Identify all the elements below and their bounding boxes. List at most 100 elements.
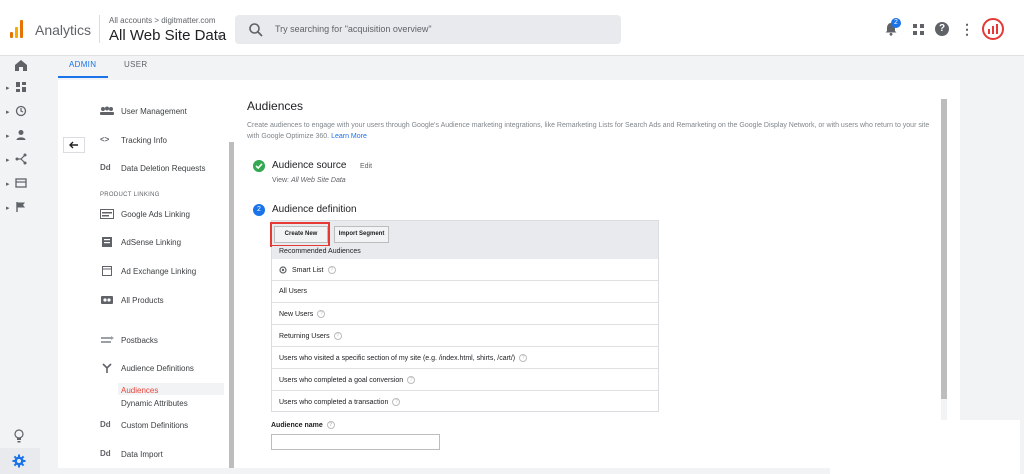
top-bar: Analytics All accounts > digitmatter.com… <box>0 0 1024 56</box>
nav-label: AdSense Linking <box>121 238 182 247</box>
nav-label: Ad Exchange Linking <box>121 267 197 276</box>
nav-adsense-linking[interactable]: AdSense Linking <box>100 235 230 253</box>
import-segment-button[interactable]: Import Segment <box>334 226 389 243</box>
admin-user-tabs: ADMIN USER <box>0 56 1024 78</box>
left-scrollbar[interactable] <box>229 142 234 468</box>
search-icon <box>249 23 263 37</box>
nav-label: User Management <box>121 107 187 116</box>
audience-row-visited-section[interactable]: Users who visited a specific section of … <box>272 347 658 369</box>
help-circle-icon[interactable]: ? <box>392 398 401 406</box>
audience-name: Users who completed a goal conversion <box>279 376 404 384</box>
audience-name-input[interactable] <box>271 434 440 450</box>
highlight-box <box>270 222 330 247</box>
expand-arrow-icon: ▸ <box>6 109 10 116</box>
nav-user-management[interactable]: User Management <box>100 104 230 122</box>
flag-icon <box>16 202 25 212</box>
audience-name-label-text: Audience name <box>271 421 323 429</box>
audience-definition-box: Create New Import Segment Recommended Au… <box>270 220 659 413</box>
ad-exchange-icon <box>102 266 112 276</box>
help-circle-icon[interactable]: ? <box>327 266 336 274</box>
nav-google-ads-linking[interactable]: Google Ads Linking <box>100 207 230 225</box>
audience-row-label: Users who completed a transaction? <box>279 398 401 406</box>
audience-name: All Users <box>279 288 308 295</box>
postbacks-icon <box>101 336 114 343</box>
acquisition-icon <box>15 153 27 165</box>
audience-name: New Users <box>279 310 314 318</box>
lightbulb-icon[interactable] <box>13 429 25 443</box>
google-ads-icon <box>100 209 114 219</box>
help-circle-icon[interactable]: ? <box>407 376 416 384</box>
home-icon[interactable] <box>6 58 30 72</box>
analytics-logo-icon[interactable] <box>10 20 24 38</box>
audience-name: Users who completed a transaction <box>279 398 389 406</box>
help-circle-icon[interactable]: ? <box>326 421 335 429</box>
tab-user[interactable]: USER <box>124 60 147 69</box>
person-icon <box>16 130 26 140</box>
audience-row-transaction[interactable]: Users who completed a transaction? <box>272 391 658 413</box>
audience-row-new-users[interactable]: New Users? <box>272 303 658 325</box>
conversions-nav[interactable]: ▸ <box>6 201 30 215</box>
nav-label: Data Import <box>121 450 163 459</box>
content-scrollbar-thumb[interactable] <box>941 99 947 399</box>
more-vert-icon[interactable]: ⋮ <box>960 21 974 38</box>
audience-row-label: New Users? <box>279 310 326 318</box>
nav-label: Custom Definitions <box>121 421 189 430</box>
nav-postbacks[interactable]: Postbacks <box>100 333 230 351</box>
check-circle-icon <box>253 160 265 172</box>
source-view: View: All Web Site Data <box>272 177 346 184</box>
view-value: All Web Site Data <box>290 177 346 184</box>
view-selector[interactable]: All Web Site Data <box>109 27 226 44</box>
view-label: View: <box>272 177 289 184</box>
step-number-badge: 2 <box>253 204 265 216</box>
acquisition-nav[interactable]: ▸ <box>6 153 30 167</box>
audience-definitions-icon <box>102 363 112 373</box>
help-circle-icon[interactable]: ? <box>519 354 528 362</box>
collapse-panel-button[interactable] <box>63 137 85 153</box>
nav-audiences[interactable]: Audiences <box>121 386 158 395</box>
nav-data-deletion-requests[interactable]: Dd Data Deletion Requests <box>100 161 230 179</box>
account-breadcrumb[interactable]: All accounts > digitmatter.com <box>109 16 216 25</box>
nav-audience-definitions[interactable]: Audience Definitions <box>100 361 230 379</box>
audience-row-returning-users[interactable]: Returning Users? <box>272 325 658 347</box>
nav-data-import[interactable]: Dd Data Import <box>100 447 230 465</box>
caret-down-icon[interactable]: ▼ <box>216 33 224 42</box>
help-circle-icon[interactable]: ? <box>333 332 342 340</box>
expand-arrow-icon: ▸ <box>6 133 10 140</box>
audience-nav[interactable]: ▸ <box>6 129 30 143</box>
back-arrow-icon <box>69 141 78 149</box>
dd-icon: Dd <box>100 420 111 429</box>
dd-icon: Dd <box>100 163 111 172</box>
nav-tracking-info[interactable]: <> Tracking Info <box>100 133 230 151</box>
account-avatar-icon[interactable] <box>982 18 1004 40</box>
left-rail: ▸ ▸ ▸ ▸ ▸ ▸ <box>0 56 40 474</box>
tab-admin[interactable]: ADMIN <box>69 60 96 69</box>
nav-ad-exchange-linking[interactable]: Ad Exchange Linking <box>100 264 230 282</box>
help-icon[interactable]: ? <box>935 22 949 36</box>
product-linking-heading: PRODUCT LINKING <box>100 192 160 198</box>
nav-custom-definitions[interactable]: Dd Custom Definitions <box>100 418 230 436</box>
edit-source-link[interactable]: Edit <box>360 163 372 170</box>
gear-icon[interactable] <box>12 454 26 468</box>
help-circle-icon[interactable]: ? <box>317 310 326 318</box>
audience-row-smart-list[interactable]: Smart List? <box>272 259 658 281</box>
audience-row-all-users[interactable]: All Users <box>272 281 658 303</box>
learn-more-link[interactable]: Learn More <box>331 133 367 140</box>
page-title: Audiences <box>247 99 304 113</box>
search-input[interactable]: Try searching for "acquisition overview" <box>275 24 432 34</box>
header-actions: 2 ? ⋮ <box>884 18 1024 40</box>
audience-row-goal-conversion[interactable]: Users who completed a goal conversion? <box>272 369 658 391</box>
behavior-nav[interactable]: ▸ <box>6 177 30 191</box>
nav-label: Audience Definitions <box>121 364 194 373</box>
search-bar[interactable]: Try searching for "acquisition overview" <box>235 15 621 44</box>
nav-label: Postbacks <box>121 336 158 345</box>
expand-arrow-icon: ▸ <box>6 85 10 92</box>
nav-all-products[interactable]: All Products <box>100 293 230 311</box>
realtime-nav[interactable]: ▸ <box>6 105 30 119</box>
apps-grid-icon[interactable] <box>913 24 924 35</box>
customization-nav[interactable]: ▸ <box>6 81 30 95</box>
step-audience-source: Audience source <box>272 160 347 171</box>
header-divider <box>99 15 100 43</box>
code-icon: <> <box>100 135 110 144</box>
audience-row-label: Users who completed a goal conversion? <box>279 376 416 384</box>
nav-dynamic-attributes[interactable]: Dynamic Attributes <box>121 399 188 408</box>
